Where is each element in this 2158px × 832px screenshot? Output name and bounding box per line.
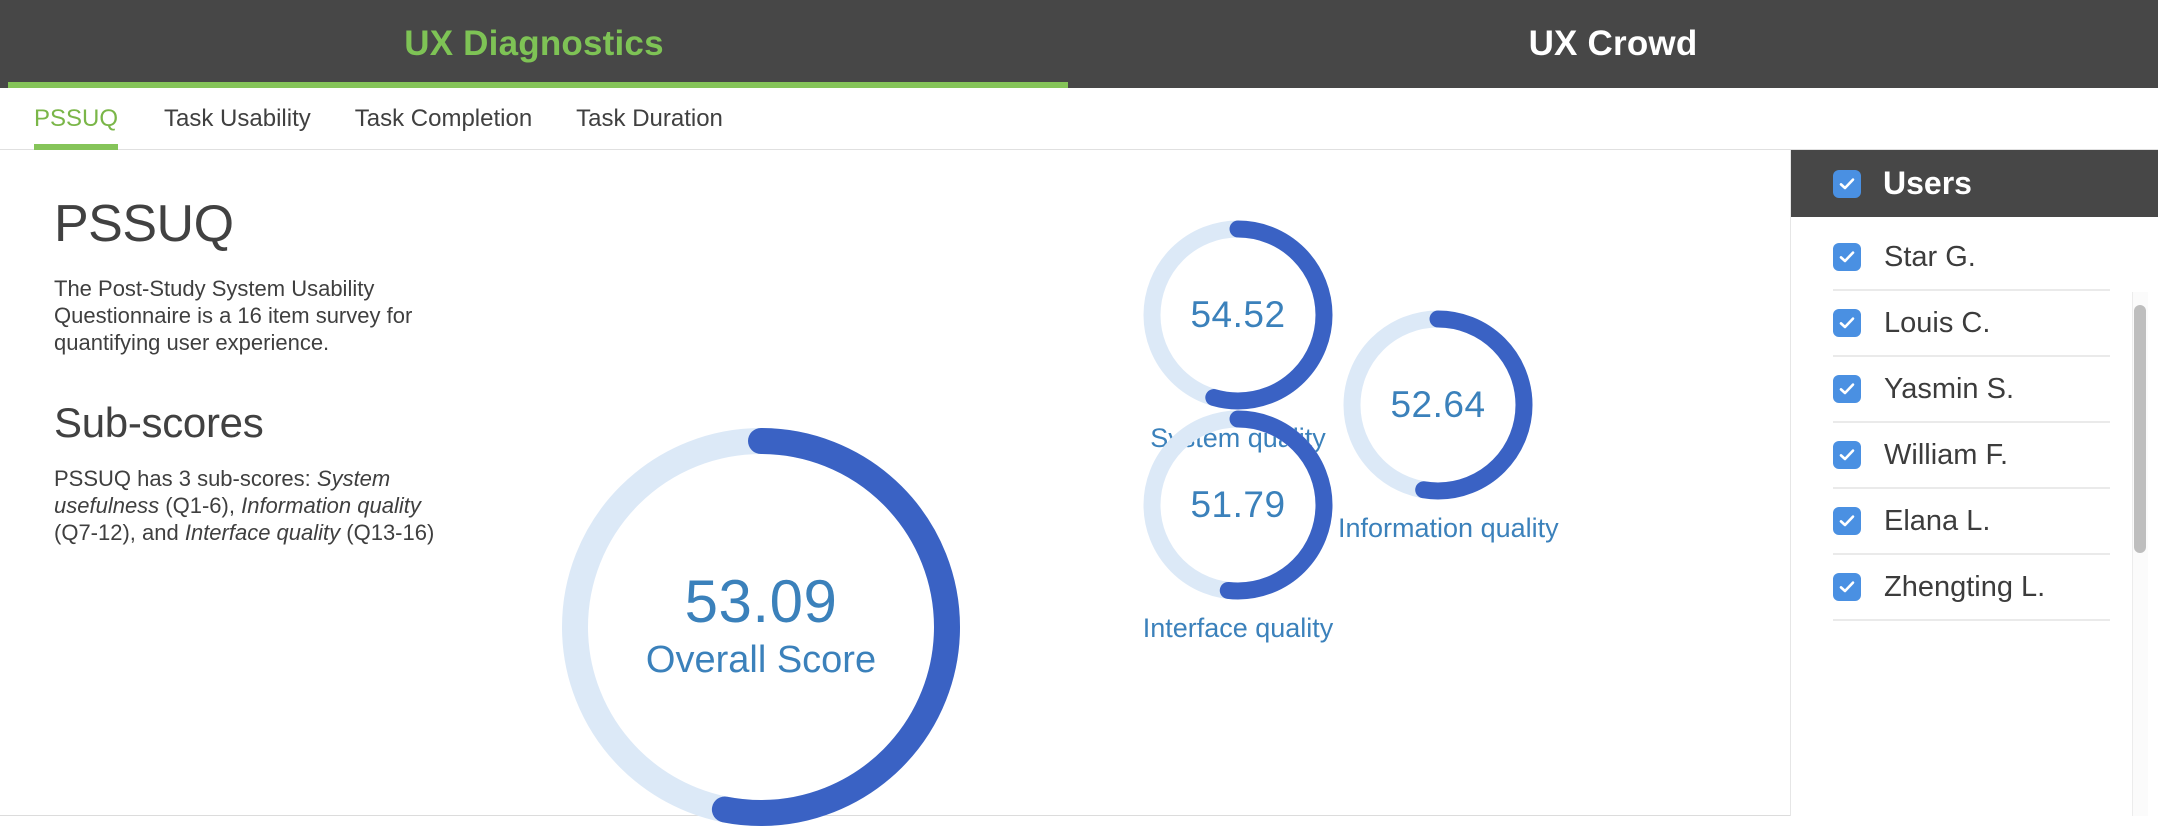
user-checkbox[interactable] <box>1833 375 1861 403</box>
subscore-label: Information quality <box>1338 513 1559 543</box>
user-list-item[interactable]: Star G. <box>1791 225 2158 289</box>
subscores-description: PSSUQ has 3 sub-scores: System usefulnes… <box>54 466 444 546</box>
app-titlebar: UX Diagnostics UX Crowd <box>0 0 2158 88</box>
subscore-text-3: (Q7-12), and <box>54 520 185 546</box>
user-name-label: Star G. <box>1884 240 1976 273</box>
user-list-item[interactable]: Zhengting L. <box>1791 555 2158 619</box>
users-panel: Users Star G. Louis C. Yasmin S. William F.… <box>1790 150 2158 816</box>
user-list-item[interactable]: Louis C. <box>1791 291 2158 355</box>
subscore-ring: 54.52 <box>1138 215 1338 415</box>
tab-task-duration[interactable]: Task Duration <box>554 88 745 150</box>
tab-task-usability[interactable]: Task Usability <box>142 88 333 150</box>
user-name-label: Louis C. <box>1884 306 1991 339</box>
subscore-donut-interface-quality: 51.79 Interface quality <box>1138 405 1338 644</box>
users-panel-title: Users <box>1883 165 1972 201</box>
tab-label: PSSUQ <box>34 104 119 132</box>
subscore-em-2: Information quality <box>241 493 421 519</box>
pssuq-description: The Post-Study System Usability Question… <box>54 276 413 355</box>
page-title: PSSUQ <box>54 195 234 253</box>
user-name-label: William F. <box>1884 438 2009 471</box>
pssuq-info-panel: PSSUQ The Post-Study System Usability Qu… <box>54 198 444 547</box>
subscore-ring: 52.64 <box>1338 305 1538 505</box>
content-area: PSSUQ The Post-Study System Usability Qu… <box>0 150 2158 826</box>
user-list-item[interactable]: Yasmin S. <box>1791 357 2158 421</box>
subscore-text-2: (Q1-6), <box>159 493 242 519</box>
user-name-label: Yasmin S. <box>1884 372 2015 405</box>
title-tab-ux-crowd[interactable]: UX Crowd <box>1068 0 2158 88</box>
subscore-value: 52.64 <box>1390 384 1486 425</box>
user-checkbox[interactable] <box>1833 441 1861 469</box>
select-all-users-checkbox[interactable] <box>1833 169 1861 198</box>
user-name-label: Elana L. <box>1884 504 1991 537</box>
user-checkbox[interactable] <box>1833 243 1861 271</box>
title-tab-ux-diagnostics[interactable]: UX Diagnostics <box>0 0 1068 88</box>
title-tab-label: UX Diagnostics <box>404 24 664 63</box>
tab-label: Task Usability <box>164 104 311 132</box>
tab-label: Task Duration <box>576 104 723 132</box>
subscore-label: Interface quality <box>1142 613 1334 643</box>
users-scrollbar-thumb[interactable] <box>2134 305 2146 553</box>
users-list: Star G. Louis C. Yasmin S. William F. Elana … <box>1791 217 2158 816</box>
user-checkbox[interactable] <box>1833 573 1861 601</box>
subscore-ring: 51.79 <box>1138 405 1338 605</box>
subscore-donut-information-quality: 52.64 Information quality <box>1338 305 1559 544</box>
title-tab-label: UX Crowd <box>1528 24 1698 63</box>
user-list-item[interactable]: Elana L. <box>1791 489 2158 553</box>
user-checkbox[interactable] <box>1833 309 1861 337</box>
user-checkbox[interactable] <box>1833 507 1861 535</box>
tab-label: Task Completion <box>354 104 533 132</box>
subscore-value: 51.79 <box>1190 484 1286 525</box>
user-list-divider <box>1833 619 2110 621</box>
overall-donut-svg <box>562 428 960 826</box>
overall-score-donut: 53.09 Overall Score <box>556 422 966 832</box>
subscore-value: 54.52 <box>1190 294 1286 335</box>
sub-tabstrip: PSSUQ Task Usability Task Completion Tas… <box>0 88 2158 150</box>
user-name-label: Zhengting L. <box>1884 570 2046 603</box>
subscores-heading: Sub-scores <box>54 399 264 447</box>
subscore-text-4: (Q13-16) <box>340 520 435 546</box>
subscore-text-1: PSSUQ has 3 sub-scores: <box>54 466 317 492</box>
user-list-item[interactable]: William F. <box>1791 423 2158 487</box>
users-panel-header[interactable]: Users <box>1791 150 2158 217</box>
tab-pssuq[interactable]: PSSUQ <box>34 88 142 150</box>
subscore-em-3: Interface quality <box>184 520 341 546</box>
tab-task-completion[interactable]: Task Completion <box>333 88 554 150</box>
